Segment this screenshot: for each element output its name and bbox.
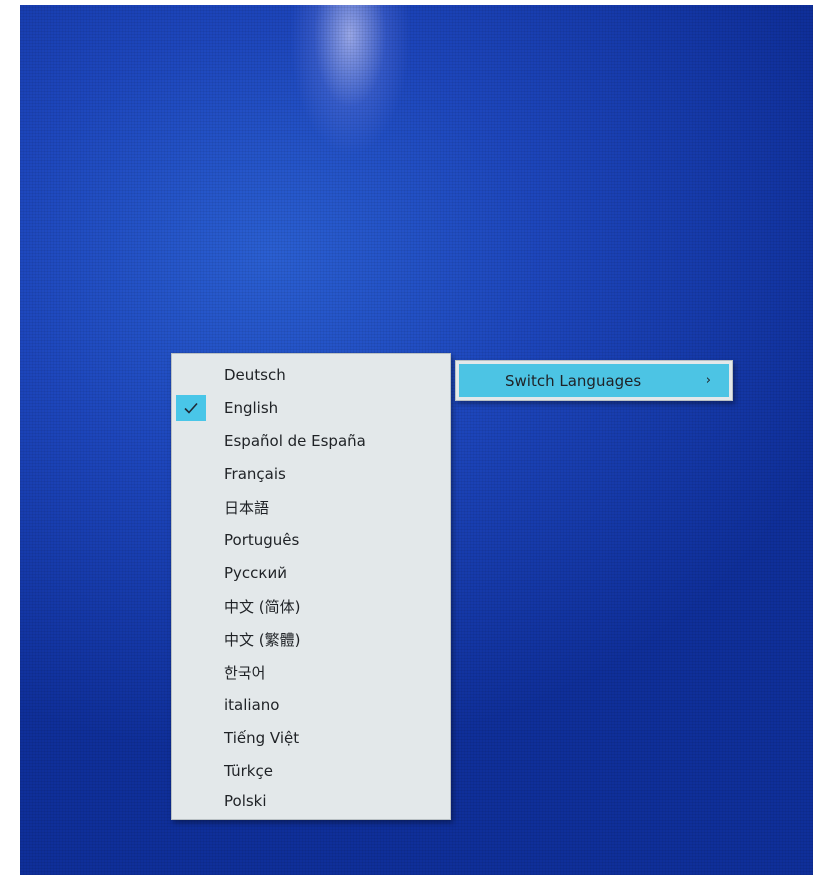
menu-item-label: italiano [224, 696, 280, 714]
switch-languages-menu: Switch Languages › [455, 360, 733, 401]
checkmark-icon [176, 395, 206, 421]
menu-item-label: Tiếng Việt [224, 729, 300, 747]
photo-frame: Deutsch English Español de España França… [0, 0, 828, 878]
switch-languages-item[interactable]: Switch Languages › [459, 364, 729, 397]
menu-item-vietnamese[interactable]: Tiếng Việt [172, 722, 450, 754]
menu-item-turkce[interactable]: Türkçe [172, 755, 450, 787]
menu-item-korean[interactable]: 한국어 [172, 656, 450, 688]
menu-item-label: Português [224, 531, 300, 549]
menu-item-label: Polski [224, 792, 267, 810]
menu-item-label: Français [224, 465, 286, 483]
menu-item-label: Español de España [224, 432, 366, 450]
menu-item-espanol[interactable]: Español de España [172, 425, 450, 457]
menu-item-francais[interactable]: Français [172, 458, 450, 490]
menu-item-label: English [224, 399, 279, 417]
menu-item-chinese-traditional[interactable]: 中文 (繁體) [172, 623, 450, 655]
menu-item-english[interactable]: English [172, 392, 450, 424]
menu-item-label: Русский [224, 564, 287, 582]
menu-item-deutsch[interactable]: Deutsch [172, 359, 450, 391]
menu-item-russian[interactable]: Русский [172, 557, 450, 589]
menu-item-label: 中文 (简体) [224, 597, 301, 616]
menu-item-chinese-simplified[interactable]: 中文 (简体) [172, 590, 450, 622]
menu-item-label: Deutsch [224, 366, 286, 384]
menu-item-italiano[interactable]: italiano [172, 689, 450, 721]
menu-item-label: 한국어 [224, 663, 266, 682]
chevron-right-icon: › [705, 373, 711, 388]
menu-item-label: 日本語 [224, 498, 270, 517]
menu-item-label: 中文 (繁體) [224, 630, 301, 649]
menu-item-portugues[interactable]: Português [172, 524, 450, 556]
language-menu: Deutsch English Español de España França… [171, 353, 451, 820]
menu-item-label: Türkçe [224, 762, 273, 780]
menu-item-japanese[interactable]: 日本語 [172, 491, 450, 523]
menu-item-polski[interactable]: Polski [172, 785, 450, 817]
switch-languages-label: Switch Languages [505, 371, 642, 390]
